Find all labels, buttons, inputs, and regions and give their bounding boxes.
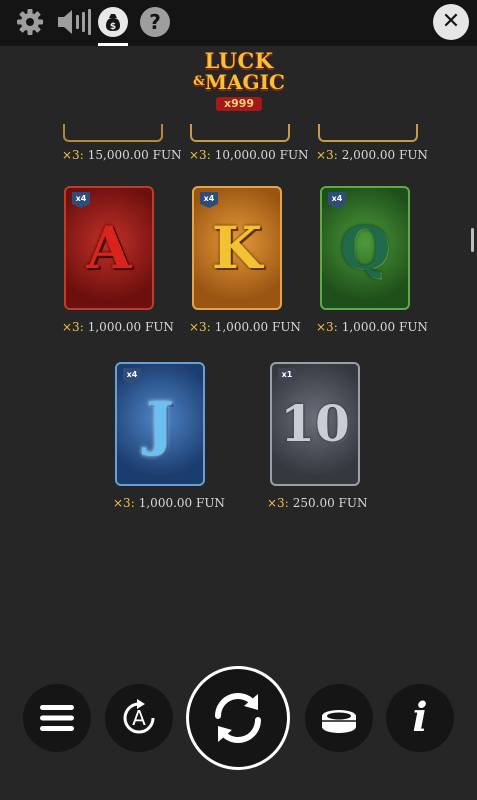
sound-icon[interactable] xyxy=(54,6,94,38)
payout-ten: ×3: 250.00 FUN xyxy=(267,496,368,510)
bet-coins-button[interactable] xyxy=(305,684,373,752)
payout-jack: ×3: 1,000.00 FUN xyxy=(113,496,225,510)
coins-icon xyxy=(322,710,356,733)
logo-line1: LUCK xyxy=(204,48,274,73)
card-ten-symbol: 10 xyxy=(280,394,350,453)
payout-row1-2: ×3: 10,000.00 FUN xyxy=(189,148,309,162)
card-partial-2 xyxy=(190,124,290,142)
payout-row1-3: ×3: 2,000.00 FUN xyxy=(316,148,428,162)
card-jack-multiplier: x4 xyxy=(123,368,141,384)
info-button[interactable]: i xyxy=(386,684,454,752)
card-jack-symbol: J xyxy=(146,390,174,458)
payout-ace: ×3: 1,000.00 FUN xyxy=(62,320,174,334)
active-tab-indicator xyxy=(98,43,128,46)
info-icon: i xyxy=(412,694,428,741)
card-king-multiplier: x4 xyxy=(200,192,218,208)
gear-icon[interactable] xyxy=(14,6,46,38)
logo-badge: x999 xyxy=(215,97,263,111)
menu-icon xyxy=(40,705,74,731)
card-ten-multiplier: x1 xyxy=(278,368,296,384)
close-icon: ✕ xyxy=(441,9,461,34)
bet-icon[interactable]: $ xyxy=(97,6,129,38)
card-jack: x4 J xyxy=(115,362,205,486)
spin-button[interactable] xyxy=(186,666,290,770)
card-ace: x4 A xyxy=(64,186,154,310)
autoplay-button[interactable]: A xyxy=(105,684,173,752)
card-queen-multiplier: x4 xyxy=(328,192,346,208)
game-logo: LUCK &MAGIC x999 xyxy=(180,50,298,128)
spin-icon xyxy=(215,693,261,743)
payout-king: ×3: 1,000.00 FUN xyxy=(189,320,301,334)
close-button[interactable]: ✕ xyxy=(433,4,469,40)
svg-text:$: $ xyxy=(110,22,116,32)
autoplay-label: A xyxy=(132,706,146,730)
logo-line2: MAGIC xyxy=(204,70,285,94)
help-label: ? xyxy=(140,7,170,37)
card-king-symbol: K xyxy=(211,214,263,282)
logo-amp: & xyxy=(193,74,205,89)
card-ace-multiplier: x4 xyxy=(72,192,90,208)
card-ten: x1 10 xyxy=(270,362,360,486)
card-queen: x4 Q xyxy=(320,186,410,310)
card-partial-1 xyxy=(63,124,163,142)
card-queen-symbol: Q xyxy=(339,214,391,282)
card-partial-3 xyxy=(318,124,418,142)
payout-row1-1: ×3: 15,000.00 FUN xyxy=(62,148,182,162)
help-icon[interactable]: ? xyxy=(139,6,171,38)
top-bar: $ ? ✕ xyxy=(0,0,477,46)
card-king: x4 K xyxy=(192,186,282,310)
card-ace-symbol: A xyxy=(86,214,132,282)
payout-queen: ×3: 1,000.00 FUN xyxy=(316,320,428,334)
menu-button[interactable] xyxy=(23,684,91,752)
scrollbar-thumb[interactable] xyxy=(471,228,474,252)
